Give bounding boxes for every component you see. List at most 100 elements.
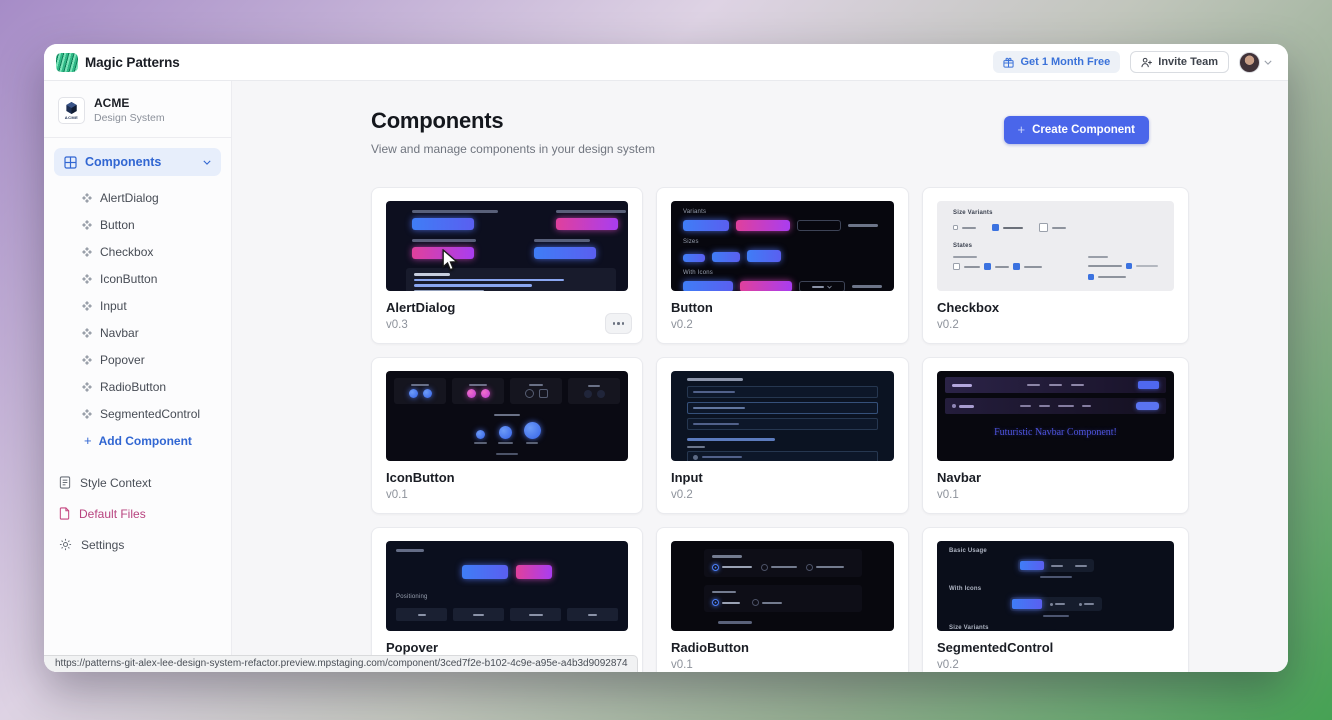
component-diamond-icon (82, 328, 92, 338)
component-diamond-icon (82, 355, 92, 365)
sidebar: ACME ACME Design System Components Alert… (44, 81, 232, 672)
card-radiobutton[interactable]: RadioButton v0.1 (656, 527, 909, 672)
sidebar-item-default-files[interactable]: Default Files (44, 498, 231, 529)
card-title: IconButton (386, 470, 628, 486)
sidebar-item-style-context[interactable]: Style Context (44, 467, 231, 498)
input-thumbnail (671, 371, 894, 461)
decor-radio-group-2 (704, 585, 862, 613)
component-diamond-icon (82, 409, 92, 419)
radiobutton-thumbnail (671, 541, 894, 631)
component-diamond-icon (82, 220, 92, 230)
mouse-cursor (442, 249, 460, 272)
sidebar-item-alertdialog[interactable]: AlertDialog (44, 184, 231, 211)
card-checkbox[interactable]: Size Variants States (922, 187, 1189, 344)
link-preview-status-bar: https://patterns-git-alex-lee-design-sys… (44, 655, 638, 672)
card-popover[interactable]: Positioning Popover v0.2 (371, 527, 643, 672)
workspace-switcher[interactable]: ACME ACME Design System (44, 89, 231, 138)
invite-team-button[interactable]: Invite Team (1130, 51, 1229, 73)
chevron-down-icon (1264, 60, 1272, 65)
app-window: Magic Patterns Get 1 Month Free Invite T… (44, 44, 1288, 672)
card-version: v0.2 (671, 488, 894, 502)
decor-radio-group-1 (704, 549, 862, 577)
plus-icon: + (84, 436, 92, 446)
gift-icon (1003, 57, 1014, 68)
person-plus-icon (1141, 57, 1152, 68)
add-component-button[interactable]: + Add Component (44, 427, 231, 455)
decor-popover-buttons (396, 565, 618, 579)
card-title: Navbar (937, 470, 1174, 486)
sidebar-item-iconbutton[interactable]: IconButton (44, 265, 231, 292)
card-version: v0.2 (937, 658, 1174, 672)
create-component-button[interactable]: + Create Component (1004, 116, 1149, 144)
decor-seg-basic (949, 555, 1162, 578)
sidebar-item-input[interactable]: Input (44, 292, 231, 319)
decor-button-variants (683, 220, 882, 231)
document-icon (59, 476, 71, 489)
button-thumbnail: Variants Sizes With Icons (671, 201, 894, 291)
magic-patterns-logo-icon (56, 53, 78, 72)
sidebar-item-popover[interactable]: Popover (44, 346, 231, 373)
components-nav-label: Components (85, 155, 161, 169)
card-title: RadioButton (671, 640, 894, 656)
main-content: Components View and manage components in… (232, 81, 1288, 672)
decor-seg-icons (949, 593, 1162, 617)
decor-checkbox-states (953, 256, 1158, 280)
card-title: Button (671, 300, 894, 316)
decor-input-3 (687, 418, 878, 430)
navbar-caption: Futuristic Navbar Component! (945, 427, 1166, 438)
card-title: Popover (386, 640, 628, 656)
decor-button-sizes (683, 250, 882, 262)
components-sub-list: AlertDialog Button Checkbox IconButton I… (44, 184, 231, 455)
card-title: Checkbox (937, 300, 1174, 316)
file-icon (59, 507, 70, 520)
account-menu[interactable] (1239, 52, 1272, 73)
card-navbar[interactable]: Futuristic Navbar Component! Navbar v0.1 (922, 357, 1189, 514)
get-month-free-button[interactable]: Get 1 Month Free (993, 51, 1120, 73)
workspace-name: ACME (94, 97, 165, 110)
card-more-options-button[interactable] (605, 313, 632, 334)
component-diamond-icon (82, 301, 92, 311)
decor-iconbutton-variants (394, 378, 620, 404)
component-diamond-icon (82, 193, 92, 203)
component-diamond-icon (82, 382, 92, 392)
card-button[interactable]: Variants Sizes With Icons (656, 187, 909, 344)
workspace-subtitle: Design System (94, 112, 165, 124)
iconbutton-thumbnail (386, 371, 628, 461)
card-iconbutton[interactable]: IconButton v0.1 (371, 357, 643, 514)
decor-iconbutton-footer (394, 453, 620, 455)
decor-input-with-icon (687, 451, 878, 461)
alertdialog-thumbnail (386, 201, 628, 291)
plus-icon: + (1018, 125, 1026, 135)
gear-icon (59, 538, 72, 551)
decor-input-2 (687, 402, 878, 414)
grid-icon (64, 156, 77, 169)
decor-iconbutton-sizes (394, 414, 620, 444)
card-alertdialog[interactable]: AlertDialog v0.3 (371, 187, 643, 344)
components-grid: AlertDialog v0.3 Variants Sizes (371, 187, 1149, 672)
card-input[interactable]: Input v0.2 (656, 357, 909, 514)
card-version: v0.1 (671, 658, 894, 672)
decor-input-1 (687, 386, 878, 398)
sidebar-item-settings[interactable]: Settings (44, 529, 231, 560)
sidebar-item-radiobutton[interactable]: RadioButton (44, 373, 231, 400)
brand[interactable]: Magic Patterns (56, 53, 180, 72)
decor-button-icons (683, 281, 882, 291)
decor-alert-code-block (406, 268, 616, 291)
card-title: SegmentedControl (937, 640, 1174, 656)
card-version: v0.1 (937, 488, 1174, 502)
component-diamond-icon (82, 247, 92, 257)
segmentedcontrol-thumbnail: Basic Usage With Icons (937, 541, 1174, 631)
card-title: Input (671, 470, 894, 486)
sidebar-item-components[interactable]: Components (54, 148, 221, 176)
sidebar-item-navbar[interactable]: Navbar (44, 319, 231, 346)
get-month-free-label: Get 1 Month Free (1020, 56, 1110, 68)
sidebar-item-segmentedcontrol[interactable]: SegmentedControl (44, 400, 231, 427)
sidebar-item-checkbox[interactable]: Checkbox (44, 238, 231, 265)
card-version: v0.2 (937, 318, 1174, 332)
card-segmentedcontrol[interactable]: Basic Usage With Icons (922, 527, 1189, 672)
decor-navbar-2 (945, 398, 1166, 414)
sidebar-item-button[interactable]: Button (44, 211, 231, 238)
invite-team-label: Invite Team (1158, 56, 1218, 68)
popover-thumbnail: Positioning (386, 541, 628, 631)
card-version: v0.1 (386, 488, 628, 502)
